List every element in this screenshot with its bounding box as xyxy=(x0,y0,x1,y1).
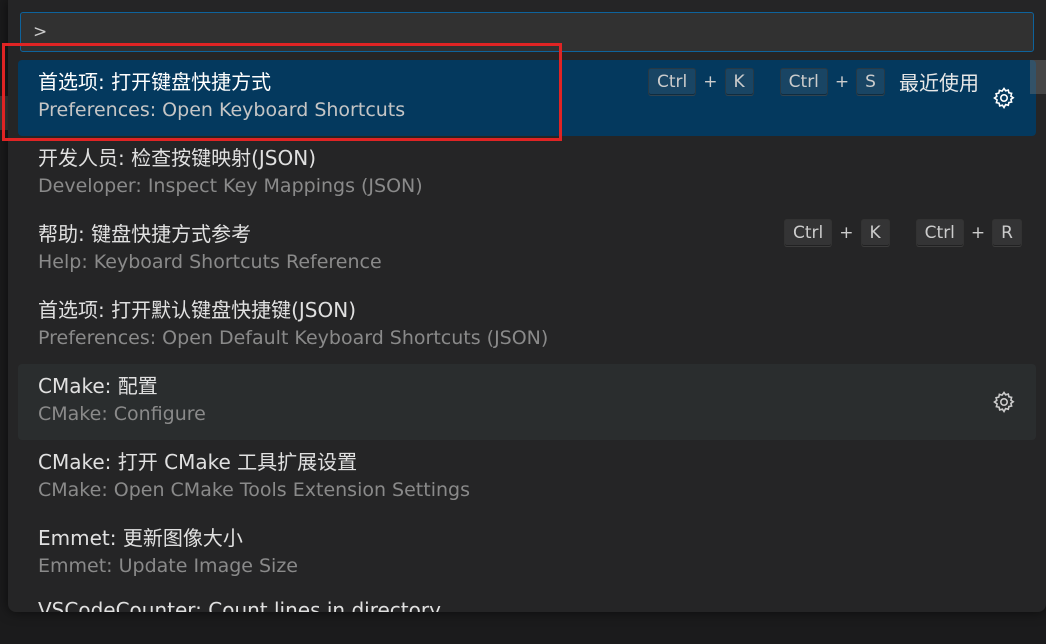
command-detail: CMake: Open CMake Tools Extension Settin… xyxy=(38,479,470,501)
key-plus: + xyxy=(834,71,850,92)
command-item-keyboard-shortcuts-reference[interactable]: 帮助: 键盘快捷方式参考 Help: Keyboard Shortcuts Re… xyxy=(18,212,1036,288)
command-item-vscodecounter-count-lines[interactable]: VSCodeCounter: Count lines in directory xyxy=(18,592,1036,612)
command-palette: > 首选项: 打开键盘快捷方式 Preferences: Open Keyboa… xyxy=(8,0,1046,612)
command-item-open-keyboard-shortcuts[interactable]: 首选项: 打开键盘快捷方式 Preferences: Open Keyboard… xyxy=(18,60,1036,136)
command-label: 首选项: 打开默认键盘快捷键(JSON) xyxy=(38,298,356,322)
editor-gutter-fragment xyxy=(0,96,8,130)
key-plus: + xyxy=(970,223,986,243)
recently-used-label: 最近使用 xyxy=(898,71,979,95)
command-label: Emmet: 更新图像大小 xyxy=(38,526,243,550)
key-cap: R xyxy=(992,219,1022,247)
command-detail: Developer: Inspect Key Mappings (JSON) xyxy=(38,175,423,197)
keybinding: Ctrl + K Ctrl + S 最近使用 xyxy=(648,67,979,96)
key-cap: K xyxy=(860,219,890,247)
command-detail: Help: Keyboard Shortcuts Reference xyxy=(38,251,382,273)
command-detail: Preferences: Open Default Keyboard Short… xyxy=(38,327,549,349)
command-list: 首选项: 打开键盘快捷方式 Preferences: Open Keyboard… xyxy=(18,60,1036,612)
keybinding: Ctrl + K Ctrl + R xyxy=(784,219,1022,247)
command-label: CMake: 配置 xyxy=(38,374,158,398)
command-label: VSCodeCounter: Count lines in directory xyxy=(38,598,441,612)
key-cap: S xyxy=(856,67,885,96)
gear-icon[interactable] xyxy=(992,86,1016,110)
key-cap: K xyxy=(724,67,754,96)
command-detail: CMake: Configure xyxy=(38,403,206,425)
command-item-open-default-keyboard-shortcuts-json[interactable]: 首选项: 打开默认键盘快捷键(JSON) Preferences: Open D… xyxy=(18,288,1036,364)
key-plus: + xyxy=(839,223,854,243)
command-input[interactable]: > xyxy=(20,12,1034,52)
command-detail: Emmet: Update Image Size xyxy=(38,555,298,577)
command-label: 首选项: 打开键盘快捷方式 xyxy=(38,70,272,94)
command-detail: Preferences: Open Keyboard Shortcuts xyxy=(38,99,406,121)
command-item-inspect-key-mappings[interactable]: 开发人员: 检查按键映射(JSON) Developer: Inspect Ke… xyxy=(18,136,1036,212)
key-cap: Ctrl xyxy=(784,219,833,247)
command-item-emmet-update-image-size[interactable]: Emmet: 更新图像大小 Emmet: Update Image Size xyxy=(18,516,1036,592)
key-cap: Ctrl xyxy=(915,219,964,247)
gear-icon[interactable] xyxy=(992,390,1016,414)
key-cap: Ctrl xyxy=(779,67,828,96)
command-item-cmake-configure[interactable]: CMake: 配置 CMake: Configure xyxy=(18,364,1036,440)
command-label: 开发人员: 检查按键映射(JSON) xyxy=(38,146,316,170)
command-label: 帮助: 键盘快捷方式参考 xyxy=(38,222,252,246)
key-plus: + xyxy=(703,71,718,92)
command-label: CMake: 打开 CMake 工具扩展设置 xyxy=(38,450,358,474)
scrollbar-thumb[interactable] xyxy=(1030,60,1046,94)
command-item-cmake-open-settings[interactable]: CMake: 打开 CMake 工具扩展设置 CMake: Open CMake… xyxy=(18,440,1036,516)
key-cap: Ctrl xyxy=(648,67,697,96)
